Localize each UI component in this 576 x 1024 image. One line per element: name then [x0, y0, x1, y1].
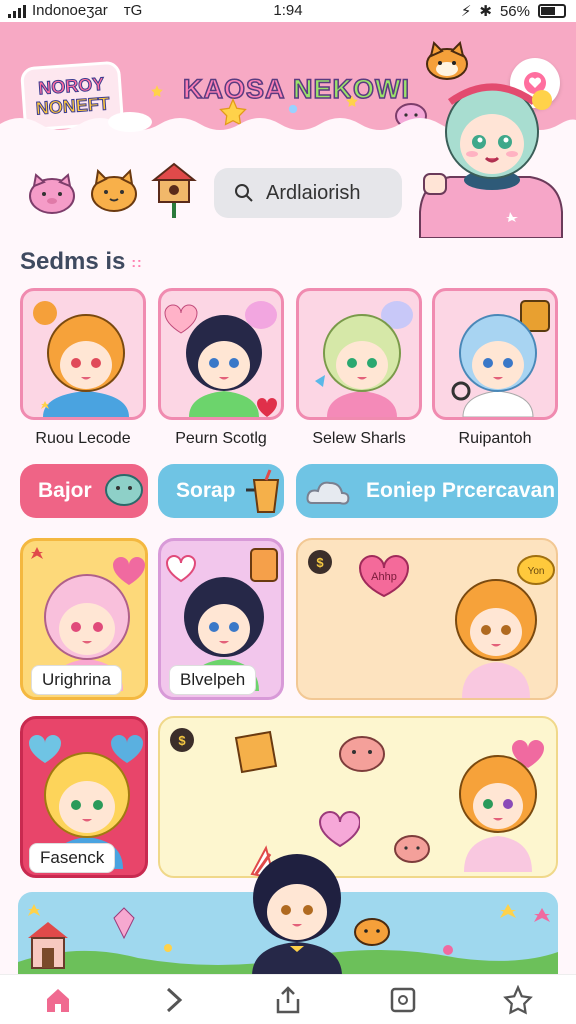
- section-title: Sedms is ::: [20, 248, 143, 276]
- drink-cup-icon: [245, 469, 279, 513]
- character-card-4[interactable]: [432, 288, 558, 420]
- pig-critter-icon: [394, 835, 430, 863]
- pig-critter-icon: [29, 173, 75, 214]
- category-pill-2-label: Sorap: [176, 479, 236, 502]
- section-title-text: Sedms is: [20, 248, 126, 275]
- search-bar[interactable]: Ardlaiorish: [214, 168, 402, 218]
- share-icon: [276, 985, 300, 1013]
- status-right: ⚡ ✱ 56%: [461, 2, 566, 20]
- nav-home[interactable]: [38, 980, 78, 1020]
- tile-character-1[interactable]: Urighrina: [20, 538, 148, 700]
- character-card-1[interactable]: [20, 288, 146, 420]
- search-input[interactable]: Ardlaiorish: [266, 182, 360, 205]
- battery-icon: [538, 4, 566, 18]
- lightning-icon: ⚡: [460, 3, 472, 20]
- nav-square[interactable]: [383, 980, 423, 1020]
- speech-bubble-heart: Ahhp: [358, 555, 410, 598]
- section-title-dots: ::: [131, 254, 143, 270]
- category-pill-3[interactable]: Eoniep Prcercavan: [296, 464, 558, 518]
- bottom-nav: [0, 974, 576, 1024]
- chevron-right-icon: [166, 987, 183, 1012]
- search-icon: [235, 184, 253, 202]
- category-pill-3-label: Eoniep Prcercavan: [366, 479, 556, 502]
- character-portrait-4: [451, 300, 550, 417]
- tile-label-3: Fasenck: [29, 843, 116, 873]
- coin-icon: $: [308, 550, 332, 574]
- category-pill-2[interactable]: Sorap: [158, 464, 284, 518]
- small-bubble-text: Yon: [528, 566, 545, 577]
- character-portrait-3: [315, 301, 413, 417]
- character-name-1: Ruou Lecode: [35, 430, 131, 447]
- battery-percent: 56%: [499, 2, 530, 20]
- character-card-2[interactable]: [158, 288, 284, 420]
- character-name-3: Selew Sharls: [312, 430, 406, 447]
- cat-critter-icon: [91, 168, 137, 212]
- tile-character-3[interactable]: Fasenck: [20, 716, 148, 878]
- tile-label-2: Blvelpeh: [169, 665, 257, 695]
- box-icon: [234, 730, 278, 774]
- character-portrait-2: [164, 301, 277, 417]
- birdhouse-icon: [151, 162, 197, 218]
- home-icon: [46, 988, 69, 1012]
- nav-favorites[interactable]: [498, 980, 538, 1020]
- category-pill-1-label: Bajor: [38, 479, 92, 502]
- status-bar: Indonoeӡar ᴛG 1:94 ⚡ ✱ 56%: [0, 0, 576, 22]
- nav-forward[interactable]: [153, 980, 193, 1020]
- tile-label-1: Urighrina: [31, 665, 122, 695]
- pig-critter-icon: [339, 736, 385, 772]
- speech-bubble-text: Ahhp: [371, 571, 397, 583]
- scene-character-2: [459, 740, 544, 872]
- speech-bubble-icon: [104, 474, 143, 506]
- bluetooth-icon: ✱: [479, 3, 492, 20]
- nav-share[interactable]: [268, 980, 308, 1020]
- scene-character-1: Yon: [455, 555, 555, 698]
- tile-character-2[interactable]: Blvelpeh: [158, 538, 284, 700]
- category-pill-1[interactable]: Bajor: [20, 464, 148, 518]
- mascot-character: [419, 83, 563, 238]
- tile-scene-1[interactable]: $ Ahhp Yon: [296, 538, 558, 700]
- character-name-2: Peurn Scotlg: [175, 430, 267, 447]
- character-portrait-1: [33, 301, 129, 417]
- shiba-icon: [354, 918, 390, 946]
- character-name-4: Ruipantoh: [458, 430, 532, 447]
- cloud-icon: [306, 481, 350, 505]
- star-icon: [346, 95, 358, 107]
- character-card-3[interactable]: [296, 288, 422, 420]
- star-icon: [151, 85, 163, 97]
- star-icon: [503, 984, 534, 1014]
- coin-icon: $: [170, 728, 194, 752]
- square-icon: [390, 987, 416, 1012]
- party-hat-character: [250, 845, 342, 976]
